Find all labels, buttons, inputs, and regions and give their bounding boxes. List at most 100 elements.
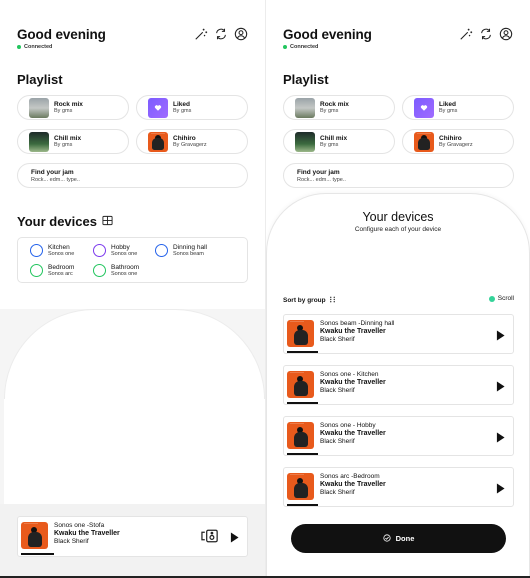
artist-name: Black Sherif <box>320 489 355 496</box>
device-model: Sonos one <box>111 251 138 257</box>
jam-genres: Rock... edm... type.. <box>31 176 80 183</box>
jam-title: Find your jam <box>31 168 74 176</box>
artist-name: Black Sherif <box>320 438 355 445</box>
sync-icon[interactable] <box>214 27 228 41</box>
album-cover <box>287 473 314 500</box>
device-model: Sonos one <box>111 271 138 277</box>
device-name: Bedroom <box>48 264 75 271</box>
progress-bar[interactable] <box>287 351 318 353</box>
playlist-item-title: Rock mix <box>320 101 349 108</box>
card-location: Sonos beam -Dinning hall <box>320 320 395 327</box>
playlist-item-liked[interactable]: Liked By gms <box>136 95 248 120</box>
device-bedroom[interactable]: Bedroom Sonos arc <box>30 264 74 277</box>
playlist-item-title: Chill mix <box>54 135 82 142</box>
device-name: Hobby <box>111 244 130 251</box>
heart-icon <box>414 97 434 118</box>
playlist-item-owner: By Gravagerz <box>439 142 473 148</box>
device-bathroom[interactable]: Bathroom Sonos one <box>93 264 139 277</box>
sync-icon[interactable] <box>479 27 493 41</box>
device-model: Sonos beam <box>173 251 204 257</box>
device-card[interactable]: Sonos beam -Dinning hall Kwaku the Trave… <box>283 314 514 354</box>
card-location: Sonos one - Hobby <box>320 422 376 429</box>
panel-subtitle: Configure each of your device <box>354 226 442 233</box>
speaker-group-icon[interactable] <box>201 529 220 548</box>
album-cover <box>21 522 48 549</box>
song-title: Kwaku the Traveller <box>54 530 120 537</box>
artist-name: Black Sherif <box>320 336 355 343</box>
scroll-dot-icon <box>488 295 495 302</box>
playlist-item-owner: By gms <box>54 142 73 148</box>
play-icon[interactable] <box>496 379 505 397</box>
playlist-item-chill-mix[interactable]: Chill mix By gms <box>283 129 395 154</box>
playlist-item-title: Chihiro <box>439 135 462 142</box>
device-hobby[interactable]: Hobby Sonos one <box>93 244 137 257</box>
device-card[interactable]: Sonos one - Kitchen Kwaku the Traveller … <box>283 365 514 405</box>
status-dot-icon <box>283 45 287 49</box>
device-card[interactable]: Sonos one - Hobby Kwaku the Traveller Bl… <box>283 416 514 456</box>
status-label: Connected <box>290 44 319 50</box>
card-location: Sonos one - Kitchen <box>320 371 379 378</box>
album-cover <box>287 320 314 347</box>
device-status-ring <box>93 244 106 257</box>
playlist-item-title: Rock mix <box>54 101 83 108</box>
device-kitchen[interactable]: Kitchen Sonos one <box>30 244 74 257</box>
magic-wand-icon[interactable] <box>194 27 208 41</box>
playlist-item-chihiro[interactable]: Chihiro By Gravagerz <box>136 129 248 154</box>
progress-bar[interactable] <box>287 402 318 404</box>
grid-icon[interactable] <box>102 214 113 229</box>
device-name: Kitchen <box>48 244 70 251</box>
progress-bar[interactable] <box>287 453 318 455</box>
find-your-jam[interactable]: Find your jam Rock... edm... type.. <box>283 163 514 188</box>
find-your-jam[interactable]: Find your jam Rock... edm... type.. <box>17 163 248 188</box>
jam-genres: Rock... edm... type.. <box>297 176 346 183</box>
magic-wand-icon[interactable] <box>459 27 473 41</box>
playlist-cover <box>295 131 315 152</box>
status-label: Connected <box>24 44 53 50</box>
play-icon[interactable] <box>230 530 239 548</box>
device-dinning-hall[interactable]: Dinning hall Sonos beam <box>155 244 207 257</box>
progress-bar[interactable] <box>287 504 318 506</box>
playlist-item-title: Liked <box>173 101 190 108</box>
connection-status: Connected <box>17 44 248 50</box>
playlist-item-chihiro[interactable]: Chihiro By Gravagerz <box>402 129 514 154</box>
song-title: Kwaku the Traveller <box>320 481 386 488</box>
sort-label: Sort by group <box>283 297 326 304</box>
status-dot-icon <box>17 45 21 49</box>
done-label: Done <box>395 534 415 543</box>
profile-icon[interactable] <box>499 27 513 41</box>
playlist-item-owner: By gms <box>54 108 73 114</box>
play-icon[interactable] <box>496 328 505 346</box>
playlist-title: Playlist <box>17 72 63 87</box>
playlist-item-owner: By Gravagerz <box>173 142 207 148</box>
play-icon[interactable] <box>496 430 505 448</box>
playlist-item-title: Liked <box>439 101 456 108</box>
playlist-cover <box>295 97 315 118</box>
heart-icon <box>148 97 168 118</box>
scroll-indicator[interactable]: Scroll <box>488 295 514 302</box>
playlist-item-rock-mix[interactable]: Rock mix By gms <box>17 95 129 120</box>
album-cover <box>287 422 314 449</box>
profile-icon[interactable] <box>234 27 248 41</box>
play-icon[interactable] <box>496 481 505 499</box>
progress-bar[interactable] <box>21 553 54 555</box>
sort-by-group[interactable]: Sort by group <box>283 296 336 305</box>
playlist-item-liked[interactable]: Liked By gms <box>402 95 514 120</box>
now-playing-card[interactable]: Sonos one -Stofa Kwaku the Traveller Bla… <box>17 516 248 557</box>
device-card[interactable]: Sonos arc -Bedroom Kwaku the Traveller B… <box>283 467 514 507</box>
playlist-item-title: Chill mix <box>320 135 348 142</box>
playlist-item-owner: By gms <box>320 142 339 148</box>
home-header: Good evening Connected <box>17 27 248 53</box>
bottom-sheet-handle[interactable] <box>0 309 265 504</box>
album-cover <box>148 131 168 152</box>
home-screen: Good evening Connected Playlist Rock mix… <box>0 0 265 578</box>
devices-title: Your devices <box>17 214 97 229</box>
jam-title: Find your jam <box>297 168 340 176</box>
playlist-item-owner: By gms <box>320 108 339 114</box>
done-button[interactable]: Done <box>291 524 506 553</box>
song-title: Kwaku the Traveller <box>320 379 386 386</box>
playlist-item-title: Chihiro <box>173 135 196 142</box>
album-cover <box>287 371 314 398</box>
playlist-item-chill-mix[interactable]: Chill mix By gms <box>17 129 129 154</box>
devices-list: Kitchen Sonos one Hobby Sonos one Dinning … <box>17 237 248 283</box>
playlist-item-rock-mix[interactable]: Rock mix By gms <box>283 95 395 120</box>
